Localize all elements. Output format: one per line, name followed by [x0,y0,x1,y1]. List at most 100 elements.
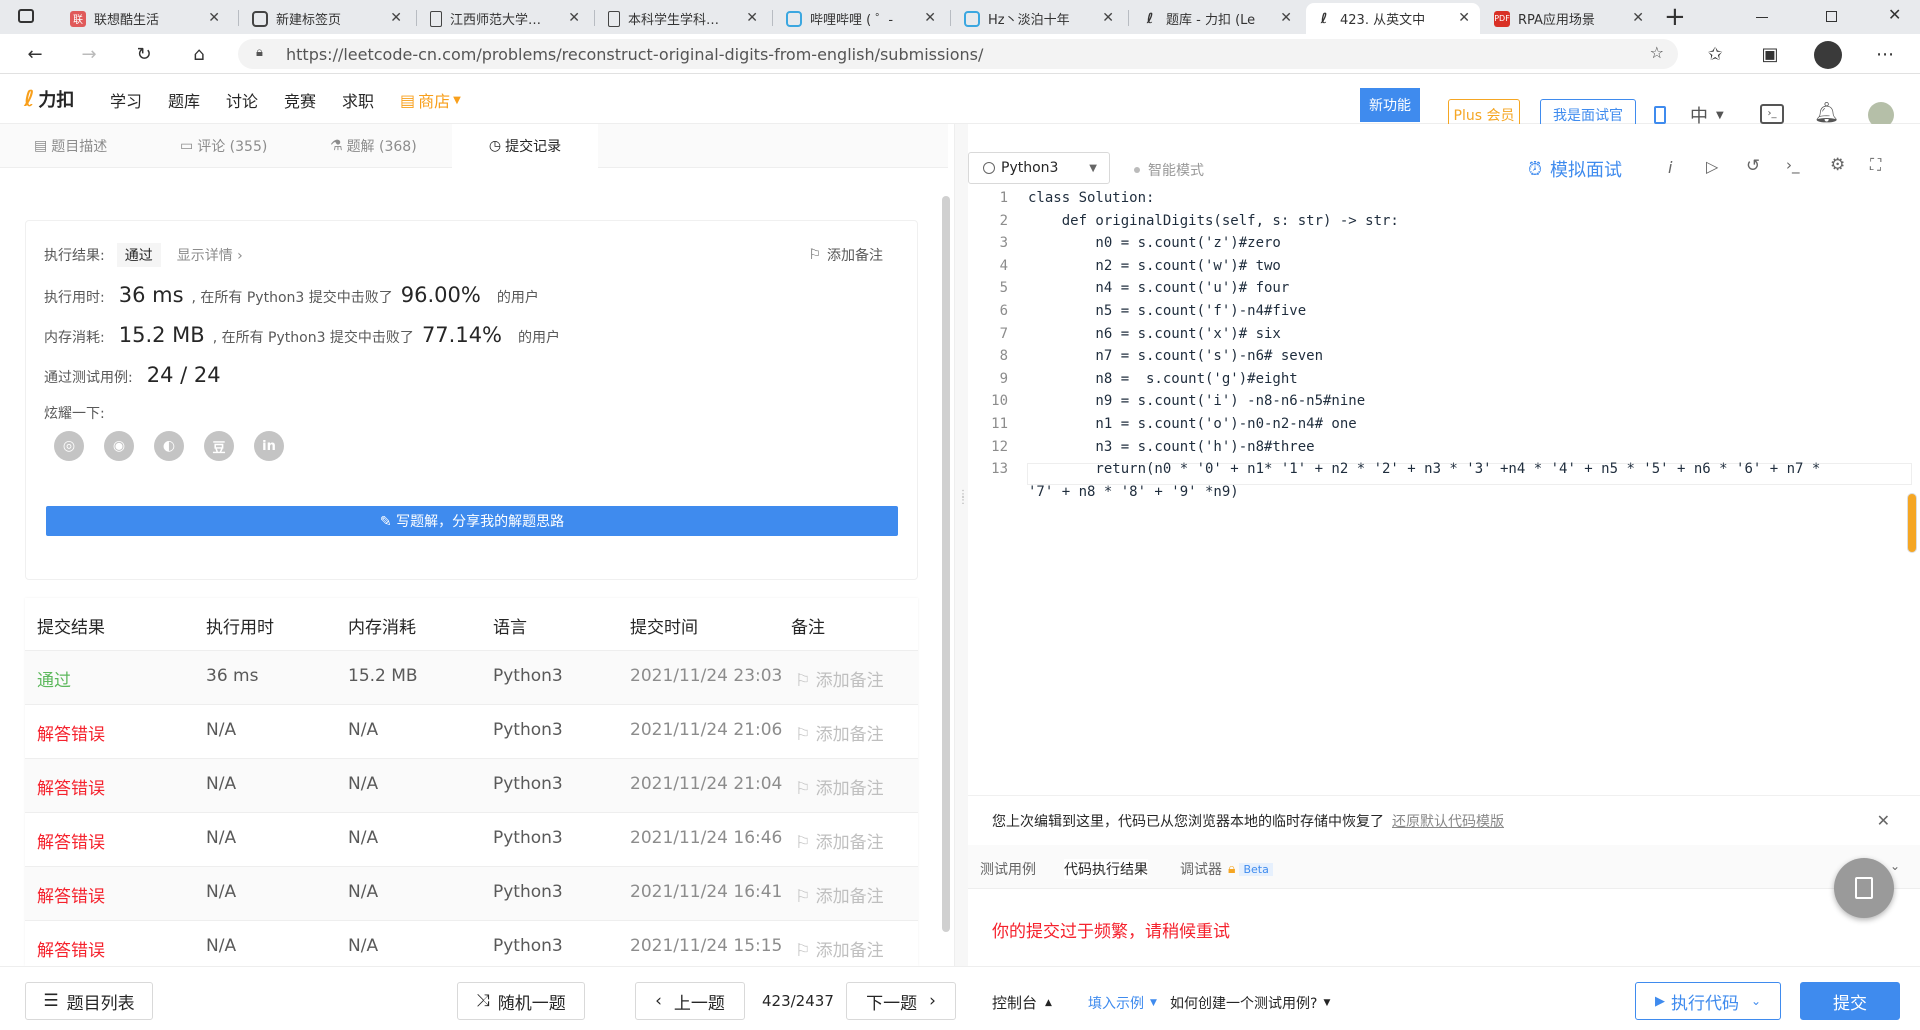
split-divider[interactable] [954,124,968,966]
table-cell-result[interactable]: 解答错误 [37,882,105,907]
table-cell-result[interactable]: 解答错误 [37,828,105,853]
table-cell-add-note[interactable]: ⚐ 添加备注 [795,720,884,745]
table-cell-add-note[interactable]: ⚐ 添加备注 [795,774,884,799]
browser-tab[interactable]: ℓ 题库 - 力扣 (Le ✕ [1132,3,1302,34]
table-row[interactable]: 解答错误 N/A N/A Python3 2021/11/24 16:46 ⚐ 添加备注 [25,812,918,866]
nav-jobs[interactable]: 求职 [342,88,374,112]
browser-tab[interactable]: 哔哩哔哩 ( ゜- ✕ [776,3,946,34]
close-tab-icon[interactable]: ✕ [568,10,580,26]
reload-icon[interactable]: ↻ [131,41,157,67]
profile-avatar[interactable] [1814,41,1842,69]
tab-run-result[interactable]: 代码执行结果 [1064,859,1148,879]
problem-list-button[interactable]: ☰ 题目列表 [25,982,153,1020]
run-code-button[interactable]: ▶ 执行代码 ⌄ [1635,982,1781,1020]
table-row[interactable]: 解答错误 N/A N/A Python3 2021/11/24 16:41 ⚐ 添加备注 [25,866,918,920]
linkedin-icon[interactable]: in [254,431,284,461]
table-cell-result[interactable]: 解答错误 [37,720,105,745]
close-tab-icon[interactable]: ✕ [924,10,936,26]
more-menu-icon[interactable]: ⋯ [1872,41,1898,67]
chevron-down-icon[interactable]: ⌄ [1890,859,1900,873]
feedback-float-button[interactable] [1834,858,1894,918]
table-cell-add-note[interactable]: ⚐ 添加备注 [795,882,884,907]
wechat-icon[interactable]: ◎ [54,431,84,461]
url-bar[interactable]: 🔒︎ https://leetcode-cn.com/problems/reco… [238,39,1678,69]
browser-tab[interactable]: 联 联想酷生活 ✕ [60,3,230,34]
close-tab-icon[interactable]: ✕ [1632,10,1644,26]
close-window-icon[interactable]: ✕ [1888,5,1901,24]
restore-default-link[interactable]: 还原默认代码模版 [1392,811,1504,831]
drag-handle-icon[interactable]: ⋮ ⋮ [958,490,968,506]
favorite-add-icon[interactable]: ☆ [1650,43,1664,62]
language-select[interactable]: Python3 ▼ [968,152,1110,184]
fullscreen-icon[interactable]: ⛶ [1870,155,1881,175]
close-tab-icon[interactable]: ✕ [1102,10,1114,26]
mobile-icon[interactable] [1654,106,1666,124]
console-toggle[interactable]: 控制台 ▲ [992,992,1052,1013]
nav-learn[interactable]: 学习 [110,88,142,112]
close-tab-icon[interactable]: ✕ [208,10,220,26]
how-to-create-testcase[interactable]: 如何创建一个测试用例? ▼ [1170,993,1330,1013]
prev-problem-button[interactable]: ‹ 上一题 [635,982,745,1020]
tab-comments[interactable]: ▭ 评论 (355) [180,124,267,168]
browser-tab[interactable]: 江西师范大学… ✕ [420,3,590,34]
next-problem-button[interactable]: 下一题 › [846,982,956,1020]
qq-icon[interactable]: ◐ [154,431,184,461]
show-details-link[interactable]: 显示详情 › [177,245,243,265]
submit-button[interactable]: 提交 [1800,982,1900,1020]
lock-icon[interactable]: 🔒︎ [256,45,263,60]
close-tab-icon[interactable]: ✕ [1458,10,1470,26]
notification-bell-icon[interactable]: 🔔︎ [1814,100,1839,124]
forward-icon[interactable]: → [76,41,102,67]
code-editor[interactable]: 1 class Solution: 2 def originalDigits(sel… [968,190,1920,790]
add-note-button[interactable]: ⚐ 添加备注 [808,245,883,265]
tab-solutions[interactable]: ⚗ 题解 (368) [330,124,417,168]
nav-problems[interactable]: 题库 [168,88,200,112]
terminal-icon[interactable]: ›_ [1786,156,1800,174]
tab-submissions[interactable]: ◷ 提交记录 [452,124,598,168]
smart-mode-toggle[interactable]: 智能模式 [1134,160,1204,180]
douban-icon[interactable]: 豆 [204,431,234,461]
info-icon[interactable]: i [1668,158,1672,177]
table-row[interactable]: 解答错误 N/A N/A Python3 2021/11/24 21:04 ⚐ 添加备注 [25,758,918,812]
mock-interview-button[interactable]: ⏰︎ 模拟面试 [1528,156,1622,182]
editor-scrollbar[interactable] [1908,494,1916,552]
table-row[interactable]: 通过 36 ms 15.2 MB Python3 2021/11/24 23:03 ⚐ 添… [25,650,918,704]
close-tab-icon[interactable]: ✕ [1280,10,1292,26]
tab-testcase[interactable]: 测试用例 [980,859,1036,879]
browser-tab[interactable]: 新建标签页 ✕ [242,3,412,34]
tab-debugger[interactable]: 调试器 🔒︎ Beta [1180,859,1273,879]
nav-contest[interactable]: 竞赛 [284,88,316,112]
new-feature-badge[interactable]: 新功能 [1360,88,1420,122]
new-tab-button[interactable]: + [1664,2,1686,32]
nav-discuss[interactable]: 讨论 [226,88,258,112]
restore-window-icon[interactable] [1826,11,1837,22]
table-cell-add-note[interactable]: ⚐ 添加备注 [795,936,884,961]
table-cell-add-note[interactable]: ⚐ 添加备注 [795,828,884,853]
settings-gear-icon[interactable]: ⚙ [1830,155,1845,175]
browser-tab[interactable]: Hz丶淡泊十年 ✕ [954,3,1124,34]
write-solution-button[interactable]: ✎ 写题解，分享我的解题思路 [46,506,898,536]
table-cell-result[interactable]: 通过 [37,666,71,691]
left-scrollbar[interactable] [942,196,950,932]
close-tab-icon[interactable]: ✕ [390,10,402,26]
table-cell-add-note[interactable]: ⚐ 添加备注 [795,666,884,691]
browser-tab[interactable]: PDF RPA应用场景 ✕ [1484,3,1654,34]
collections-icon[interactable]: ▣ [1757,41,1783,67]
close-tab-icon[interactable]: ✕ [746,10,758,26]
logo[interactable]: ℓ 力扣 [24,86,74,112]
home-icon[interactable]: ⌂ [186,41,212,67]
browser-tab-active[interactable]: ℓ 423. 从英文中 ✕ [1306,3,1480,34]
minimize-icon[interactable] [1756,17,1768,18]
random-problem-button[interactable]: ⤨ 随机一题 [457,982,585,1020]
favorites-icon[interactable]: ✩ [1702,41,1728,67]
fill-example-link[interactable]: 填入示例 ▼ [1088,993,1157,1013]
nav-store[interactable]: ▤ 商店 ▼ [400,88,461,112]
table-row[interactable]: 解答错误 N/A N/A Python3 2021/11/24 21:06 ⚐ 添加备注 [25,704,918,758]
table-cell-result[interactable]: 解答错误 [37,774,105,799]
close-notice-icon[interactable]: ✕ [1877,811,1890,830]
run-flag-icon[interactable]: ▷ [1706,157,1718,176]
back-icon[interactable]: ← [22,41,48,67]
browser-tab[interactable]: 本科学生学科… ✕ [598,3,768,34]
tab-description[interactable]: ▤ 题目描述 [34,124,107,168]
table-cell-result[interactable]: 解答错误 [37,936,105,961]
